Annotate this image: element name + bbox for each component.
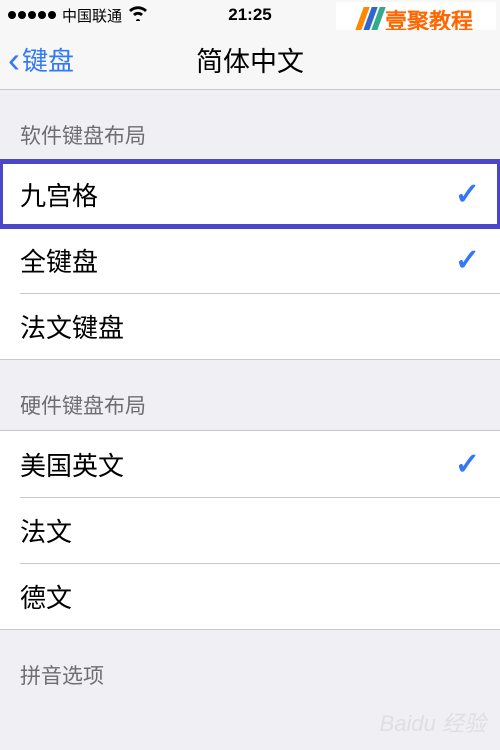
row-label: 法文	[20, 512, 480, 549]
row-german[interactable]: 德文	[0, 563, 500, 629]
hardware-keyboard-group: 美国英文 ✓ 法文 德文	[0, 430, 500, 630]
wifi-icon	[128, 5, 148, 26]
row-label: 美国英文	[20, 446, 455, 483]
section-header-hardware: 硬件键盘布局	[0, 360, 500, 430]
software-keyboard-group: 九宫格 ✓ 全键盘 ✓ 法文键盘	[0, 160, 500, 360]
row-french-keyboard[interactable]: 法文键盘	[0, 293, 500, 359]
back-label: 键盘	[22, 41, 74, 78]
watermark-bottom: Baidu 经验	[380, 706, 486, 738]
status-left: 中国联通	[8, 5, 228, 26]
page-title: 简体中文	[196, 40, 304, 79]
checkmark-icon: ✓	[455, 177, 480, 212]
carrier-label: 中国联通	[62, 5, 122, 26]
checkmark-icon: ✓	[455, 447, 480, 482]
row-us-english[interactable]: 美国英文 ✓	[0, 431, 500, 497]
back-button[interactable]: ‹ 键盘	[0, 41, 74, 78]
chevron-left-icon: ‹	[8, 42, 20, 78]
section-header-pinyin: 拼音选项	[0, 630, 500, 700]
status-time: 21:25	[228, 5, 271, 25]
section-header-software: 软件键盘布局	[0, 90, 500, 160]
row-label: 法文键盘	[20, 308, 480, 345]
row-label: 德文	[20, 578, 480, 615]
checkmark-icon: ✓	[455, 243, 480, 278]
row-label: 九宫格	[20, 176, 455, 213]
signal-icon	[8, 11, 56, 19]
row-full-keyboard[interactable]: 全键盘 ✓	[0, 227, 500, 293]
row-french[interactable]: 法文	[0, 497, 500, 563]
row-jiugongge[interactable]: 九宫格 ✓	[0, 161, 500, 227]
nav-bar: ‹ 键盘 简体中文	[0, 30, 500, 90]
row-label: 全键盘	[20, 242, 455, 279]
